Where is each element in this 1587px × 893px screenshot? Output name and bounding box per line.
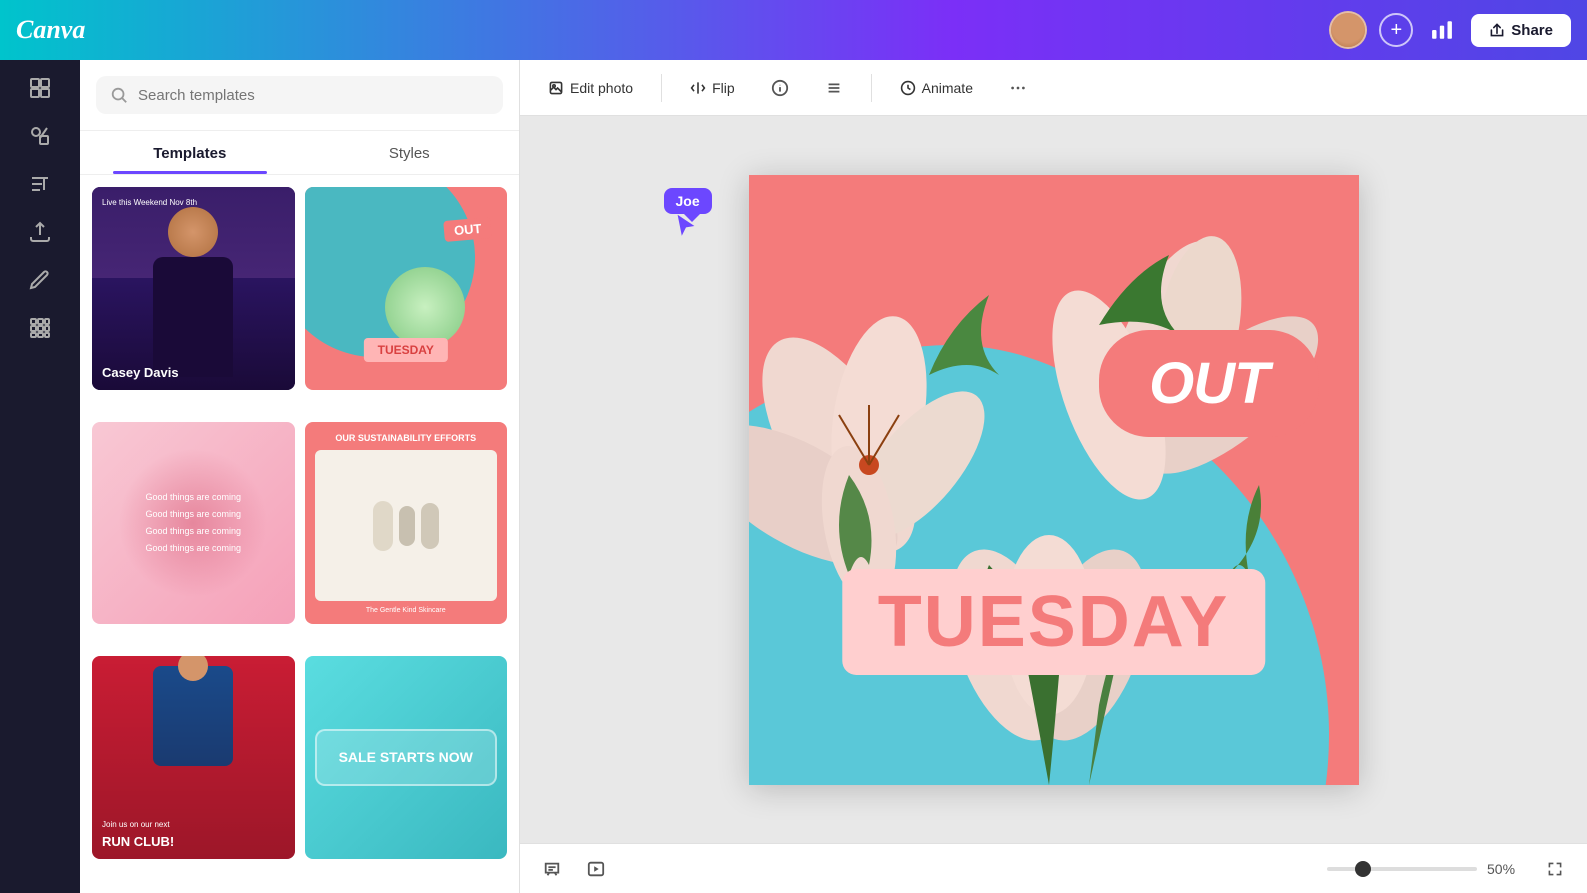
- tuesday-badge: TUESDAY: [364, 338, 448, 362]
- design-tuesday-banner: TUESDAY: [842, 569, 1265, 675]
- more-button[interactable]: [1001, 71, 1035, 105]
- templates-panel: Templates Styles Li: [80, 60, 520, 893]
- fullscreen-icon: [1547, 861, 1563, 877]
- tab-templates[interactable]: Templates: [80, 131, 300, 174]
- good-things-circle: Good things are coming Good things are c…: [118, 448, 268, 598]
- zoom-label: 50%: [1487, 861, 1527, 877]
- edit-photo-icon: [548, 80, 564, 96]
- sustain-title: OUR SUSTAINABILITY EFFORTS: [315, 432, 498, 445]
- notes-button[interactable]: [536, 853, 568, 885]
- search-bar: [96, 76, 503, 114]
- flower-background: [749, 175, 1359, 785]
- template-card-tuesday[interactable]: OUT TUESDAY: [305, 187, 508, 390]
- play-icon: [587, 860, 605, 878]
- list-button[interactable]: [817, 71, 851, 105]
- info-button[interactable]: [763, 71, 797, 105]
- main-area: Templates Styles Li: [0, 60, 1587, 893]
- sustain-brand: The Gentle Kind Skincare: [315, 607, 498, 614]
- sale-text: SALE STARTS NOW: [339, 749, 473, 766]
- list-icon: [825, 79, 843, 97]
- sidebar-item-layout[interactable]: [28, 76, 52, 100]
- edit-photo-button[interactable]: Edit photo: [540, 74, 641, 102]
- template-card-good[interactable]: Good things are coming Good things are c…: [92, 422, 295, 625]
- good-things-text: Good things are coming Good things are c…: [145, 489, 241, 557]
- canvas-toolbar: Edit photo Flip: [520, 60, 1587, 116]
- sale-inner: SALE STARTS NOW: [315, 729, 497, 786]
- design-out-oval: OUT: [1099, 330, 1318, 437]
- draw-icon: [28, 268, 52, 292]
- sidebar-item-elements[interactable]: [28, 124, 52, 148]
- avatar-face: [1331, 13, 1365, 47]
- share-button[interactable]: Share: [1471, 14, 1571, 47]
- tabs-row: Templates Styles: [80, 131, 519, 175]
- layout-icon: [28, 76, 52, 100]
- toolbar-divider-2: [871, 74, 872, 102]
- tuesday-circle: [305, 187, 475, 357]
- canvas-area: Edit photo Flip: [520, 60, 1587, 893]
- text-icon: [28, 172, 52, 196]
- run-sublabel: Join us on our next: [102, 820, 170, 829]
- analytics-button[interactable]: [1425, 13, 1459, 47]
- more-icon: [1009, 79, 1027, 97]
- animate-icon: [900, 80, 916, 96]
- fullscreen-button[interactable]: [1539, 853, 1571, 885]
- search-bar-wrap: [80, 60, 519, 131]
- user-cursor: Joe: [664, 188, 712, 240]
- casey-name: Casey Davis: [102, 365, 179, 380]
- tab-styles[interactable]: Styles: [300, 131, 520, 174]
- elements-icon: [28, 124, 52, 148]
- cursor-label: Joe: [664, 188, 712, 214]
- template-card-run[interactable]: Join us on our next RUN CLUB!: [92, 656, 295, 859]
- upload-icon: [28, 220, 52, 244]
- run-label: RUN CLUB!: [102, 834, 174, 849]
- share-icon: [1489, 22, 1505, 38]
- canvas-workspace[interactable]: Joe: [520, 116, 1587, 843]
- templates-grid: Live this Weekend Nov 8th Casey Davis OU…: [80, 175, 519, 893]
- design-canvas[interactable]: OUT TUESDAY: [749, 175, 1359, 785]
- sustain-img: [315, 450, 498, 601]
- toolbar-divider-1: [661, 74, 662, 102]
- app-logo[interactable]: Canva: [16, 15, 85, 45]
- play-button[interactable]: [580, 853, 612, 885]
- add-people-button[interactable]: +: [1379, 13, 1413, 47]
- template-card-casey[interactable]: Live this Weekend Nov 8th Casey Davis: [92, 187, 295, 390]
- animate-button[interactable]: Animate: [892, 74, 981, 102]
- info-icon: [771, 79, 789, 97]
- flip-button[interactable]: Flip: [682, 74, 743, 102]
- zoom-controls: 50%: [1327, 861, 1527, 877]
- flower-svg: [749, 175, 1359, 785]
- sidebar-item-text[interactable]: [28, 172, 52, 196]
- sidebar-item-apps[interactable]: [28, 316, 52, 340]
- sidebar-item-draw[interactable]: [28, 268, 52, 292]
- apps-icon: [28, 316, 52, 340]
- sidebar-item-upload[interactable]: [28, 220, 52, 244]
- template-card-sustain[interactable]: OUR SUSTAINABILITY EFFORTS The Gentle Ki…: [305, 422, 508, 625]
- navbar-right: + Share: [1329, 11, 1571, 49]
- flip-icon: [690, 80, 706, 96]
- search-icon: [110, 86, 128, 104]
- navbar: Canva + Share: [0, 0, 1587, 60]
- chart-icon: [1431, 19, 1453, 41]
- out-badge: OUT: [443, 217, 492, 242]
- search-input[interactable]: [138, 87, 489, 104]
- casey-bg: [92, 187, 295, 390]
- template-card-sale[interactable]: SALE STARTS NOW: [305, 656, 508, 859]
- zoom-slider[interactable]: [1327, 867, 1477, 871]
- avatar[interactable]: [1329, 11, 1367, 49]
- casey-top-text: Live this Weekend Nov 8th: [102, 197, 197, 208]
- bottom-toolbar: 50%: [520, 843, 1587, 893]
- icon-sidebar: [0, 60, 80, 893]
- notes-icon: [543, 860, 561, 878]
